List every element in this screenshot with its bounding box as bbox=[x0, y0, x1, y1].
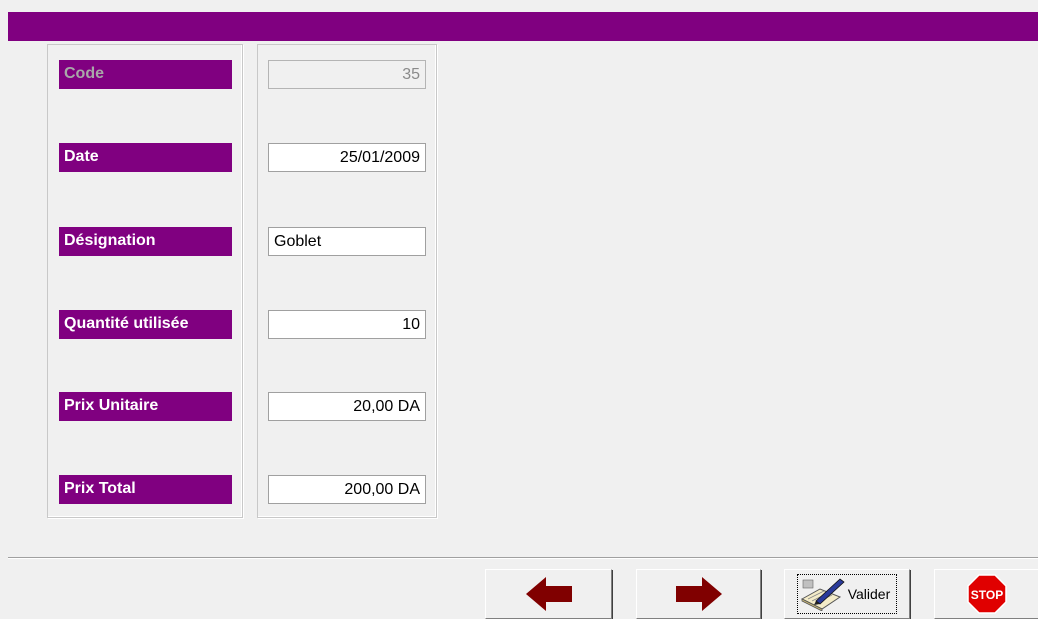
date-field[interactable]: 25/01/2009 bbox=[268, 143, 426, 172]
pen-notebook-icon bbox=[800, 578, 845, 611]
designation-label: Désignation bbox=[59, 227, 232, 256]
code-label: Code bbox=[59, 60, 232, 89]
arrow-left-icon bbox=[525, 577, 572, 611]
total-price-label: Prix Total bbox=[59, 475, 232, 504]
toolbar-separator bbox=[8, 557, 1038, 559]
arrow-right-icon bbox=[675, 577, 722, 611]
fields-panel bbox=[257, 44, 437, 518]
validate-button[interactable]: Valider bbox=[784, 569, 910, 619]
designation-field[interactable]: Goblet bbox=[268, 227, 426, 256]
validate-label: Valider bbox=[847, 586, 891, 602]
stop-button[interactable]: STOP bbox=[934, 569, 1038, 619]
quantity-label: Quantité utilisée bbox=[59, 310, 232, 339]
stop-label: STOP bbox=[970, 588, 1002, 602]
stop-sign-icon: STOP bbox=[966, 574, 1007, 614]
code-field: 35 bbox=[268, 60, 426, 89]
validate-button-content: Valider bbox=[796, 574, 898, 614]
labels-panel bbox=[47, 44, 243, 518]
unit-price-field[interactable]: 20,00 DA bbox=[268, 392, 426, 421]
total-price-field[interactable]: 200,00 DA bbox=[268, 475, 426, 504]
previous-button[interactable] bbox=[485, 569, 612, 619]
next-button[interactable] bbox=[636, 569, 761, 619]
date-label: Date bbox=[59, 143, 232, 172]
title-bar bbox=[8, 12, 1038, 41]
unit-price-label: Prix Unitaire bbox=[59, 392, 232, 421]
quantity-field[interactable]: 10 bbox=[268, 310, 426, 339]
